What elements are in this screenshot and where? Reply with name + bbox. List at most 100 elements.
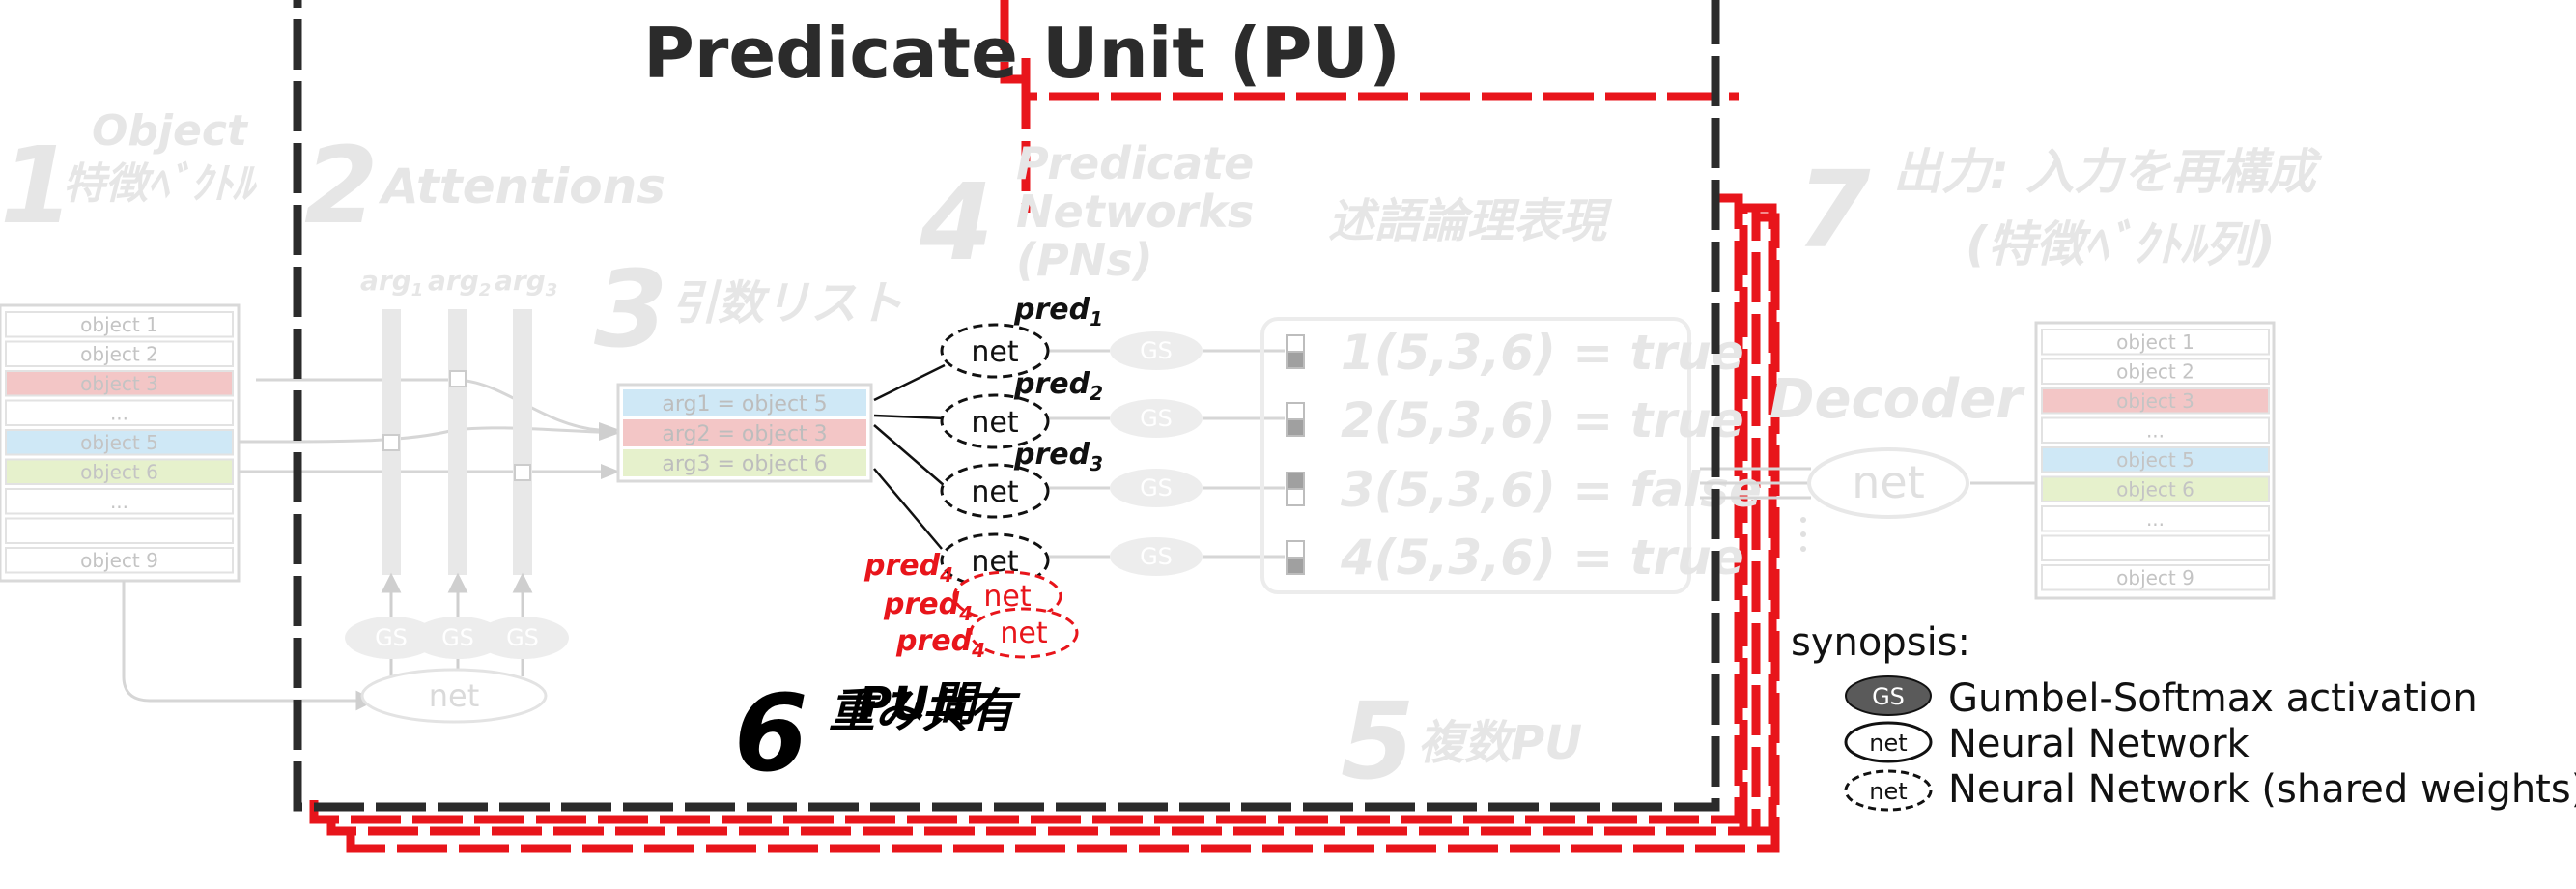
attention-marker-3: [514, 464, 531, 481]
step-6-text: 重み共有: [829, 684, 1021, 738]
svg-text:net: net: [971, 335, 1018, 369]
step-1-line2: 特徴ﾍﾞｸﾄﾙ: [63, 159, 258, 209]
object-row-label-left: object 6: [80, 461, 158, 484]
object-row-left: [5, 517, 234, 544]
step-3-label: 3 引数リスト: [594, 247, 903, 371]
object-row-label-right: ...: [2146, 507, 2165, 531]
svg-text:net: net: [971, 475, 1018, 509]
svg-text:GS: GS: [1140, 474, 1173, 502]
decoder-net-label: net: [1852, 456, 1925, 508]
object-rows-right: object 1 object 2 object 3... object 5 objec…: [2041, 329, 2270, 591]
step-2-number: 2: [304, 124, 379, 247]
logic-row-1: 1(5,3,6) = true: [1341, 325, 1744, 381]
decoder-dots: [1800, 517, 1806, 552]
arg-label-2: arg2: [428, 265, 491, 301]
arg-row-3-text: arg3 = object 6: [662, 452, 827, 476]
pred-label-4: pred4: [863, 549, 953, 587]
shared-pred-label-1: pred4: [883, 588, 973, 625]
attention-net-label: net: [429, 677, 480, 714]
svg-text:GS: GS: [1140, 405, 1173, 432]
predicate-gs-nodes: GS GS GS GS: [1110, 331, 1203, 576]
step-7-line1: 出力: 入力を再構成: [1893, 144, 2322, 200]
svg-text:GS: GS: [1140, 543, 1173, 570]
object-row-label-left: object 1: [80, 313, 158, 336]
logic-row-4: 4(5,3,6) = true: [1340, 530, 1744, 586]
object-row-label-left: object 5: [80, 431, 158, 454]
attention-arg-labels: arg1 arg2 arg3: [360, 265, 557, 301]
object-row-label-left: ...: [110, 490, 128, 513]
object-row-label-left: object 2: [80, 343, 158, 366]
svg-text:GS: GS: [506, 624, 539, 651]
step-5-text: 複数PU: [1418, 716, 1582, 770]
svg-text:GS: GS: [375, 624, 408, 651]
object-row-label-right: ...: [2146, 419, 2165, 443]
step-1-label: 1 Object 特徴ﾍﾞｸﾄﾙ: [0, 106, 258, 247]
svg-text:GS: GS: [441, 624, 474, 651]
shared-pred-label-2: pred4: [895, 624, 985, 662]
step-4-number: 4: [919, 160, 994, 284]
step-6-label: 6 PU間 重み共有: [734, 672, 1021, 795]
svg-text:net: net: [1000, 617, 1047, 650]
step-7-label: 7 出力: 入力を再構成 (特徴ﾍﾞｸﾄﾙ列): [1797, 144, 2322, 272]
logic-rows: 1(5,3,6) = true 2(5,3,6) = true 3(5,3,6)…: [1340, 325, 1762, 586]
step-4-line1: Predicate: [1016, 137, 1254, 189]
object-row-label-right: object 9: [2116, 566, 2194, 589]
object-row-label-right: object 3: [2116, 389, 2194, 413]
attention-bar-3: [513, 309, 532, 575]
attention-bars: [382, 309, 532, 575]
step-6-number: 6: [734, 672, 808, 795]
pu-title: Predicate Unit (PU): [643, 13, 1401, 94]
object-table-right: object 1 object 2 object 3... object 5 objec…: [2034, 321, 2276, 600]
step-7-line2: (特徴ﾍﾞｸﾄﾙ列): [1966, 216, 2276, 272]
step-4-line2: Networks: [1016, 186, 1254, 238]
pred-label-3: pred3: [1013, 438, 1103, 475]
synopsis-title: synopsis:: [1791, 620, 1970, 665]
object-table-left: object 1 object 2 object 3... object 5 objec…: [0, 303, 241, 583]
object-rows-left: object 1 object 2 object 3... object 5 objec…: [5, 311, 234, 574]
synopsis: synopsis: GS Gumbel-Softmax activation n…: [1791, 620, 2576, 812]
svg-text:GS: GS: [1872, 683, 1905, 710]
legend-gs-text: Gumbel-Softmax activation: [1948, 676, 2477, 721]
attention-marker-2: [449, 370, 467, 387]
attention-bar-2: [448, 309, 467, 575]
object-row-label-left: object 9: [80, 549, 158, 572]
object-row-label-right: object 6: [2116, 478, 2194, 502]
pred-label-2: pred2: [1013, 367, 1103, 405]
step-2-text: Attentions: [378, 158, 665, 215]
step-4-line3: (PNs): [1016, 234, 1153, 286]
legend-net-text: Neural Network: [1948, 722, 2250, 766]
svg-text:net: net: [1869, 778, 1907, 805]
step-7-number: 7: [1797, 148, 1871, 272]
arg-label-3: arg3: [495, 265, 557, 301]
step-5-number: 5: [1341, 679, 1415, 803]
arg-label-1: arg1: [360, 265, 423, 301]
object-row-label-left: ...: [110, 402, 128, 425]
object-row-label-left: object 3: [80, 372, 158, 395]
arg-to-pred-lines: [873, 363, 946, 550]
step-3-text: 引数リスト: [671, 276, 903, 330]
svg-text:net: net: [971, 406, 1018, 440]
logic-toggles: [1286, 334, 1305, 575]
step-2-label: 2 Attentions: [304, 124, 665, 247]
pu-diagram: 1 Object 特徴ﾍﾞｸﾄﾙ 2 Attentions 3 引数リスト 4 …: [0, 0, 2576, 853]
step-4-label: 4 Predicate Networks (PNs): [919, 137, 1254, 286]
attention-gs-nodes: GS GS GS: [345, 617, 569, 659]
object-row-right: [2041, 534, 2270, 561]
legend-shared-net-text: Neural Network (shared weights): [1948, 767, 2576, 812]
attention-marker-1: [382, 434, 400, 451]
decoder-label: Decoder: [1769, 368, 2025, 431]
svg-text:GS: GS: [1140, 337, 1173, 364]
step-1-line1: Object: [92, 106, 249, 156]
step-5-label: 5 複数PU: [1341, 679, 1582, 803]
object-row-label-right: object 2: [2116, 360, 2194, 384]
object-row-label-right: object 5: [2116, 448, 2194, 472]
predicate-labels: pred1 pred2 pred3: [1013, 293, 1103, 475]
logic-row-2: 2(5,3,6) = true: [1341, 392, 1744, 448]
arg-row-1-text: arg1 = object 5: [662, 392, 827, 416]
pred-label-1: pred1: [1013, 293, 1103, 330]
logic-row-3: 3(5,3,6) = false: [1341, 462, 1762, 518]
argument-list: arg1 = object 5 arg2 = object 3 arg3 = o…: [616, 383, 873, 483]
object-row-label-right: object 1: [2116, 330, 2194, 354]
arg-row-2-text: arg2 = object 3: [662, 422, 827, 446]
svg-text:net: net: [1869, 730, 1907, 757]
